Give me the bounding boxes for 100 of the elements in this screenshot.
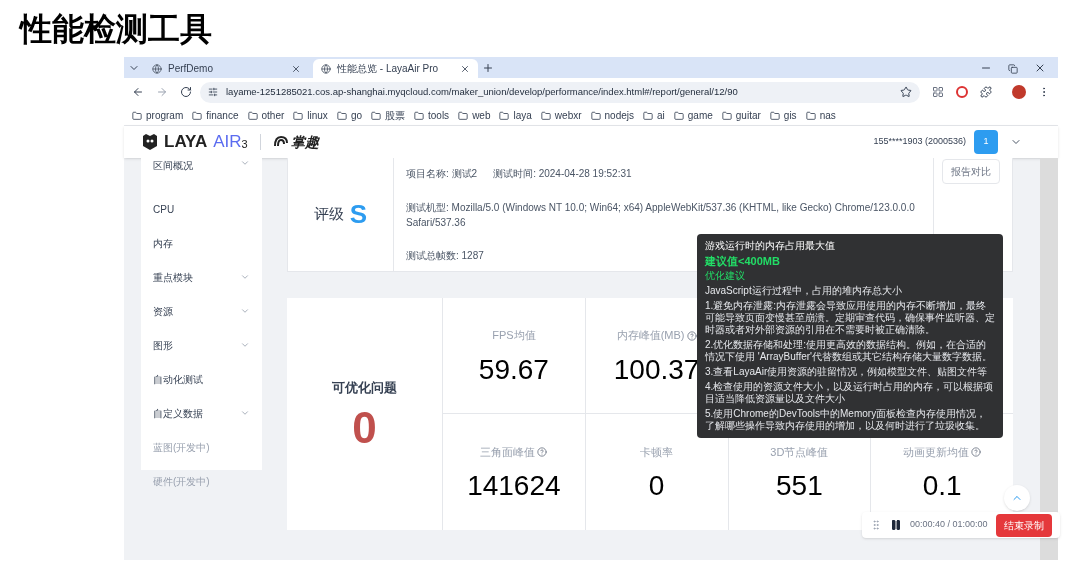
- restore-icon[interactable]: [1008, 64, 1018, 74]
- globe-icon: [321, 63, 331, 74]
- sidebar-item[interactable]: 自定义数据: [141, 396, 262, 430]
- bookmark-star-icon[interactable]: [900, 86, 912, 98]
- metric-label: 内存峰值(MB): [616, 328, 685, 344]
- drag-handle-icon[interactable]: [870, 519, 882, 531]
- folder-icon: [673, 110, 684, 121]
- pause-icon[interactable]: [890, 519, 902, 531]
- metric-label: FPS均值: [492, 328, 536, 344]
- bookmark-item[interactable]: nas: [805, 108, 836, 123]
- tooltip-heading: 优化建议: [705, 270, 746, 282]
- recording-time: 00:00:40 / 01:00:00: [910, 518, 988, 532]
- sidebar-item[interactable]: 自动化测试: [141, 362, 262, 396]
- metric-value: 59.67: [478, 355, 549, 384]
- tooltip-title: 游戏运行时的内存占用最大值: [705, 240, 836, 252]
- metric-value: 141624: [467, 472, 561, 501]
- stop-recording-button[interactable]: 结束录制: [995, 513, 1052, 537]
- folder-icon: [192, 110, 203, 121]
- close-icon[interactable]: [1034, 62, 1046, 74]
- tooltip-text: 1.避免内存泄露:内存泄露会导致应用使用的内存不断增加，最终可能导致页面变慢甚至崩溃。定期审查代码，确保事件监听器、定时器或者对外部资源的引用在不需要时被正确清除。: [705, 300, 995, 336]
- bookmark-item[interactable]: nodejs: [590, 108, 634, 123]
- metric-label: 3D节点峰值: [770, 444, 829, 460]
- extension-icon[interactable]: [932, 86, 944, 98]
- sidebar-item[interactable]: CPU: [141, 192, 262, 226]
- close-icon[interactable]: [291, 63, 301, 74]
- logo-version: 3: [241, 136, 248, 152]
- grade-value: S: [349, 198, 368, 231]
- logo-text: LAYA: [164, 131, 208, 154]
- logo-text: AIR: [213, 131, 242, 154]
- folder-icon: [540, 110, 551, 121]
- user-account: 155****1903 (2000536): [873, 135, 966, 149]
- folder-icon: [247, 110, 258, 121]
- bookmark-item[interactable]: program: [132, 108, 184, 123]
- tooltip-recommendation: 建议值<400MB: [705, 255, 781, 267]
- bookmark-item[interactable]: tools: [414, 108, 450, 123]
- folder-icon: [132, 110, 142, 121]
- tooltip-text: 2.优化数据存储和处理:使用更高效的数据结构。例如，在合适的情况下使用 'ArrayBuffer'代替数组或其它结构存储大量数字数据。: [705, 339, 993, 363]
- bookmark-item[interactable]: web: [458, 108, 491, 123]
- compare-button[interactable]: 报告对比: [942, 159, 1000, 184]
- metric-value: 100.37: [613, 355, 700, 384]
- sidebar-item[interactable]: 区间概况: [141, 158, 262, 192]
- globe-icon: [152, 63, 162, 74]
- metric-value: 551: [776, 472, 823, 501]
- reload-icon[interactable]: [180, 86, 192, 98]
- sidebar-item[interactable]: 重点模块: [141, 260, 262, 294]
- url-text: layame-1251285021.cos.ap-shanghai.myqcloud.com/maker_union/develop/performance/index.html#/report/general/12/90: [226, 84, 739, 99]
- folder-icon: [805, 110, 816, 121]
- extension-icon[interactable]: [956, 86, 968, 98]
- close-icon[interactable]: [460, 63, 470, 74]
- tab-title: PerfDemo: [168, 62, 214, 76]
- grade-label: 评级: [313, 204, 344, 225]
- back-icon[interactable]: [132, 86, 144, 98]
- bookmark-item[interactable]: other: [247, 108, 285, 123]
- folder-icon: [721, 110, 732, 121]
- test-time: 测试时间: 2024-04-28 19:52:31: [493, 167, 632, 181]
- sidebar-item[interactable]: 内存: [141, 226, 262, 260]
- bookmark-item[interactable]: go: [336, 108, 362, 123]
- bookmark-item[interactable]: finance: [192, 108, 239, 123]
- device-info: 测试机型: Mozilla/5.0 (Windows NT 10.0; Win64; x64) AppleWebKit/537.36 (KHTML, like Gecko) Chrome/123.0.0.0 Safari/537.36: [406, 200, 916, 230]
- bookmark-item[interactable]: gis: [769, 108, 797, 123]
- folder-icon: [590, 110, 601, 121]
- folder-icon: [643, 110, 653, 121]
- sidebar-item[interactable]: 资源: [141, 294, 262, 328]
- metric-value: 0: [648, 472, 665, 501]
- browser-tab[interactable]: PerfDemo: [144, 59, 309, 78]
- bookmark-item[interactable]: linux: [293, 108, 328, 123]
- folder-icon: [414, 110, 424, 121]
- bookmark-item[interactable]: webxr: [540, 108, 582, 123]
- metric-label: 动画更新均值: [903, 444, 970, 460]
- bookmark-item[interactable]: guitar: [721, 108, 761, 123]
- folder-icon: [499, 110, 510, 121]
- bookmark-item[interactable]: 股票: [371, 108, 405, 123]
- folder-icon: [293, 110, 304, 121]
- partner-name: 掌趣: [290, 132, 319, 152]
- summary-value: 0: [352, 405, 377, 450]
- profile-avatar[interactable]: [1012, 85, 1026, 99]
- address-bar[interactable]: layame-1251285021.cos.ap-shanghai.myqcloud.com/maker_union/develop/performance/index.html#/report/general/12/90: [200, 81, 920, 103]
- tooltip-text: JavaScript运行过程中，占用的堆内存总大小: [705, 285, 903, 297]
- logo-icon: [140, 132, 160, 152]
- tab-title: 性能总览 - LayaAir Pro: [337, 62, 440, 76]
- tooltip-text: 4.检查使用的资源文件大小，以及运行时占用的内存，可以根据项目适当降低资源量以及文件大小: [705, 381, 995, 405]
- site-settings-icon[interactable]: [208, 87, 218, 97]
- extensions-icon[interactable]: [980, 86, 992, 98]
- tooltip-text: 5.使用Chrome的DevTools中的Memory面板检查内存使用情况，了解哪些操作导致内存使用的增加，以及何时进行了垃圾收集。: [705, 408, 988, 432]
- bookmark-item[interactable]: laya: [499, 108, 532, 123]
- bookmark-item[interactable]: ai: [643, 108, 665, 123]
- folder-icon: [371, 110, 381, 121]
- folder-icon: [336, 110, 347, 121]
- browser-tab[interactable]: 性能总览 - LayaAir Pro: [313, 59, 478, 78]
- new-tab-icon[interactable]: [482, 62, 494, 74]
- frame-count: 测试总帧数: 1287: [406, 249, 484, 263]
- summary-label: 可优化问题: [332, 379, 397, 398]
- sidebar-item[interactable]: 图形: [141, 328, 262, 362]
- metric-value: 0.1: [922, 472, 962, 501]
- tooltip-text: 3.查看LayaAir使用资源的驻留情况，例如模型文件、贴图文件等: [705, 366, 989, 378]
- bookmark-item[interactable]: game: [673, 108, 713, 123]
- folder-icon: [458, 110, 469, 121]
- project-name: 项目名称: 测试2: [406, 167, 478, 181]
- folder-icon: [769, 110, 780, 121]
- slide-title: 性能检测工具: [20, 9, 212, 49]
